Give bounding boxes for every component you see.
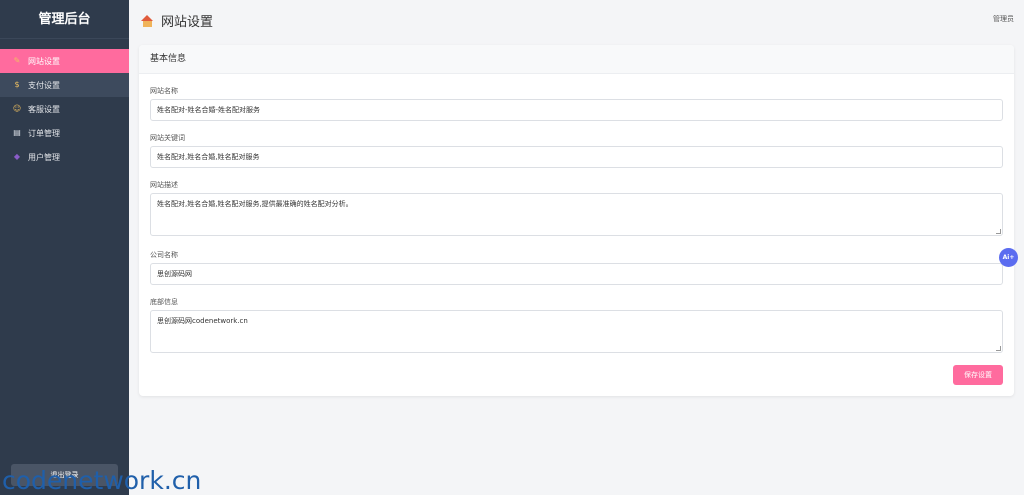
sidebar-item-payment-settings[interactable]: $ 支付设置	[0, 73, 129, 97]
description-label: 网站描述	[150, 181, 178, 189]
wrench-icon: ✎	[13, 56, 21, 65]
save-button[interactable]: 保存设置	[953, 365, 1003, 385]
company-input[interactable]: 思创源码网	[150, 263, 1003, 285]
section-title: 基本信息	[139, 45, 1014, 74]
resize-handle[interactable]	[996, 346, 1001, 351]
sidebar-menu: ✎ 网站设置 $ 支付设置 ☺ 客服设置 ▤ 订单管理 ◆ 用户管理	[0, 49, 129, 169]
site-name-input[interactable]: 姓名配对-姓名合婚-姓名配对服务	[150, 99, 1003, 121]
sidebar-item-site-settings[interactable]: ✎ 网站设置	[0, 49, 129, 73]
brand-title: 管理后台	[0, 0, 129, 39]
sidebar-item-label: 订单管理	[28, 128, 60, 138]
page-title: 网站设置	[141, 11, 213, 30]
users-icon: ◆	[13, 152, 21, 161]
user-icon: ☺	[12, 104, 22, 113]
watermark: codenetwork.cn	[2, 466, 202, 495]
sidebar-item-service-settings[interactable]: ☺ 客服设置	[0, 97, 129, 121]
sidebar-item-user-management[interactable]: ◆ 用户管理	[0, 145, 129, 169]
keywords-input[interactable]: 姓名配对,姓名合婚,姓名配对服务	[150, 146, 1003, 168]
resize-handle[interactable]	[996, 229, 1001, 234]
user-name[interactable]: 管理员	[993, 14, 1014, 24]
sidebar-item-label: 客服设置	[28, 104, 60, 114]
site-name-label: 网站名称	[150, 87, 178, 95]
document-icon: ▤	[13, 128, 21, 137]
description-textarea[interactable]: 姓名配对,姓名合婚,姓名配对服务,提供最准确的姓名配对分析。	[150, 193, 1003, 236]
page-title-text: 网站设置	[161, 15, 214, 30]
footer-info-textarea[interactable]: 思创源码网codenetwork.cn	[150, 310, 1003, 353]
footer-info-text: 思创源码网codenetwork.cn	[157, 317, 248, 325]
footer-info-label: 底部信息	[150, 298, 178, 306]
sidebar-item-label: 网站设置	[28, 56, 60, 66]
home-icon	[141, 14, 154, 27]
topbar: 网站设置 管理员	[129, 0, 1024, 39]
company-label: 公司名称	[150, 251, 178, 259]
description-text: 姓名配对,姓名合婚,姓名配对服务,提供最准确的姓名配对分析。	[157, 200, 353, 208]
money-bag-icon: $	[14, 80, 20, 89]
ai-assistant-button[interactable]: Ai+	[999, 248, 1018, 267]
sidebar-item-order-management[interactable]: ▤ 订单管理	[0, 121, 129, 145]
sidebar-item-label: 支付设置	[28, 80, 60, 90]
settings-card: 基本信息 网站名称 姓名配对-姓名合婚-姓名配对服务 网站关键词 姓名配对,姓名…	[139, 45, 1014, 396]
sidebar: 管理后台 ✎ 网站设置 $ 支付设置 ☺ 客服设置 ▤ 订单管理 ◆ 用户管理 …	[0, 0, 129, 495]
keywords-label: 网站关键词	[150, 134, 185, 142]
sidebar-item-label: 用户管理	[28, 152, 60, 162]
